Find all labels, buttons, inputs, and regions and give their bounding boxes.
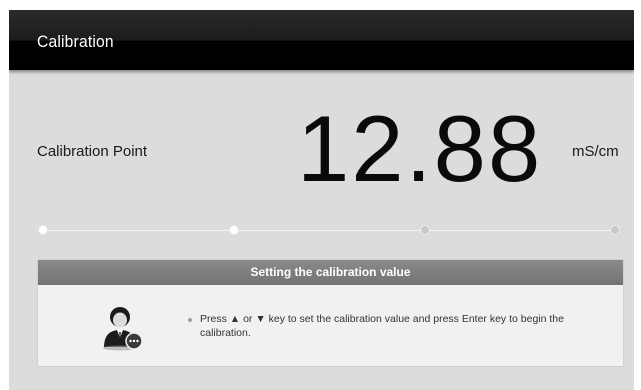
title-bar: Calibration — [9, 10, 634, 70]
user-support-icon — [103, 307, 143, 351]
bullet-point — [188, 318, 192, 322]
window-title: Calibration — [37, 32, 114, 51]
calibration-unit: mS/cm — [572, 143, 619, 160]
calibration-point-label: Calibration Point — [37, 143, 148, 160]
step-dot-4 — [610, 225, 620, 235]
step-dot-3 — [420, 225, 430, 235]
instruction-panel: Setting the calibration value Press ▲ or… — [37, 259, 624, 367]
calibration-screen: Calibration Calibration Point 12.88 mS/c… — [9, 10, 634, 390]
step-progress-track — [43, 230, 617, 231]
instruction-text: Press ▲ or ▼ key to set the calibration … — [200, 313, 564, 339]
step-dot-2 — [229, 225, 239, 235]
calibration-value: 12.88 — [297, 96, 543, 201]
panel-header: Setting the calibration value — [38, 260, 623, 285]
step-dot-1 — [38, 225, 48, 235]
